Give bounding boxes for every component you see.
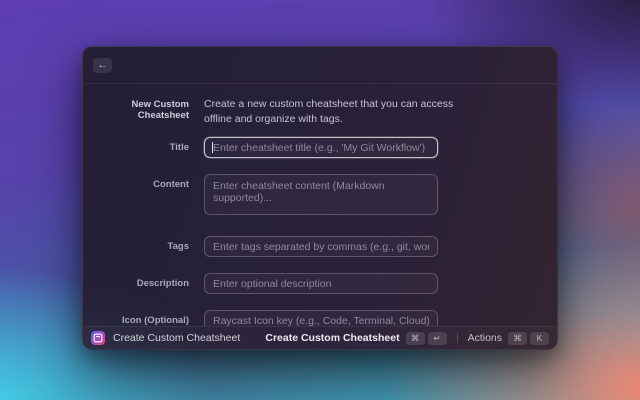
app-chip: Create Custom Cheatsheet [91,331,265,345]
tags-input[interactable] [204,236,438,257]
primary-action-button[interactable]: Create Custom Cheatsheet [265,332,399,344]
window-header: ← [83,47,557,84]
content-textarea[interactable] [204,174,438,215]
cheatsheet-app-icon [91,331,105,345]
form-title: New Custom Cheatsheet [83,97,189,121]
action-bar: Create Custom Cheatsheet Create Custom C… [83,326,557,349]
text-caret [212,142,213,153]
app-name-label: Create Custom Cheatsheet [113,332,240,344]
field-row-tags: Tags [83,236,557,257]
cmd-key-icon: ⌘ [406,332,425,345]
icon-input[interactable] [204,310,438,326]
field-row-content: Content [83,174,557,220]
field-row-title: Title [83,137,557,158]
return-key-icon: ↵ [428,332,447,345]
back-arrow-icon: ← [98,60,108,71]
cmd-key-icon: ⌘ [508,332,527,345]
back-button[interactable]: ← [93,58,112,73]
actions-menu-button[interactable]: Actions [468,332,502,344]
field-row-icon: Icon (Optional) [83,310,557,326]
k-key-icon: K [530,332,549,345]
field-row-description: Description [83,273,557,294]
description-label: Description [83,278,189,289]
form-description: Create a new custom cheatsheet that you … [204,97,454,127]
form-heading-row: New Custom Cheatsheet Create a new custo… [83,97,557,127]
icon-label: Icon (Optional) [83,315,189,326]
footer-divider [457,333,458,343]
title-input[interactable] [204,137,438,158]
title-label: Title [83,142,189,153]
cheatsheet-form: New Custom Cheatsheet Create a new custo… [83,84,557,326]
tags-label: Tags [83,241,189,252]
description-input[interactable] [204,273,438,294]
book-glyph-icon [93,333,103,343]
raycast-window: ← New Custom Cheatsheet Create a new cus… [82,46,558,350]
footer-shortcuts: Create Custom Cheatsheet ⌘ ↵ Actions ⌘ K [265,332,549,345]
content-label: Content [83,174,189,190]
